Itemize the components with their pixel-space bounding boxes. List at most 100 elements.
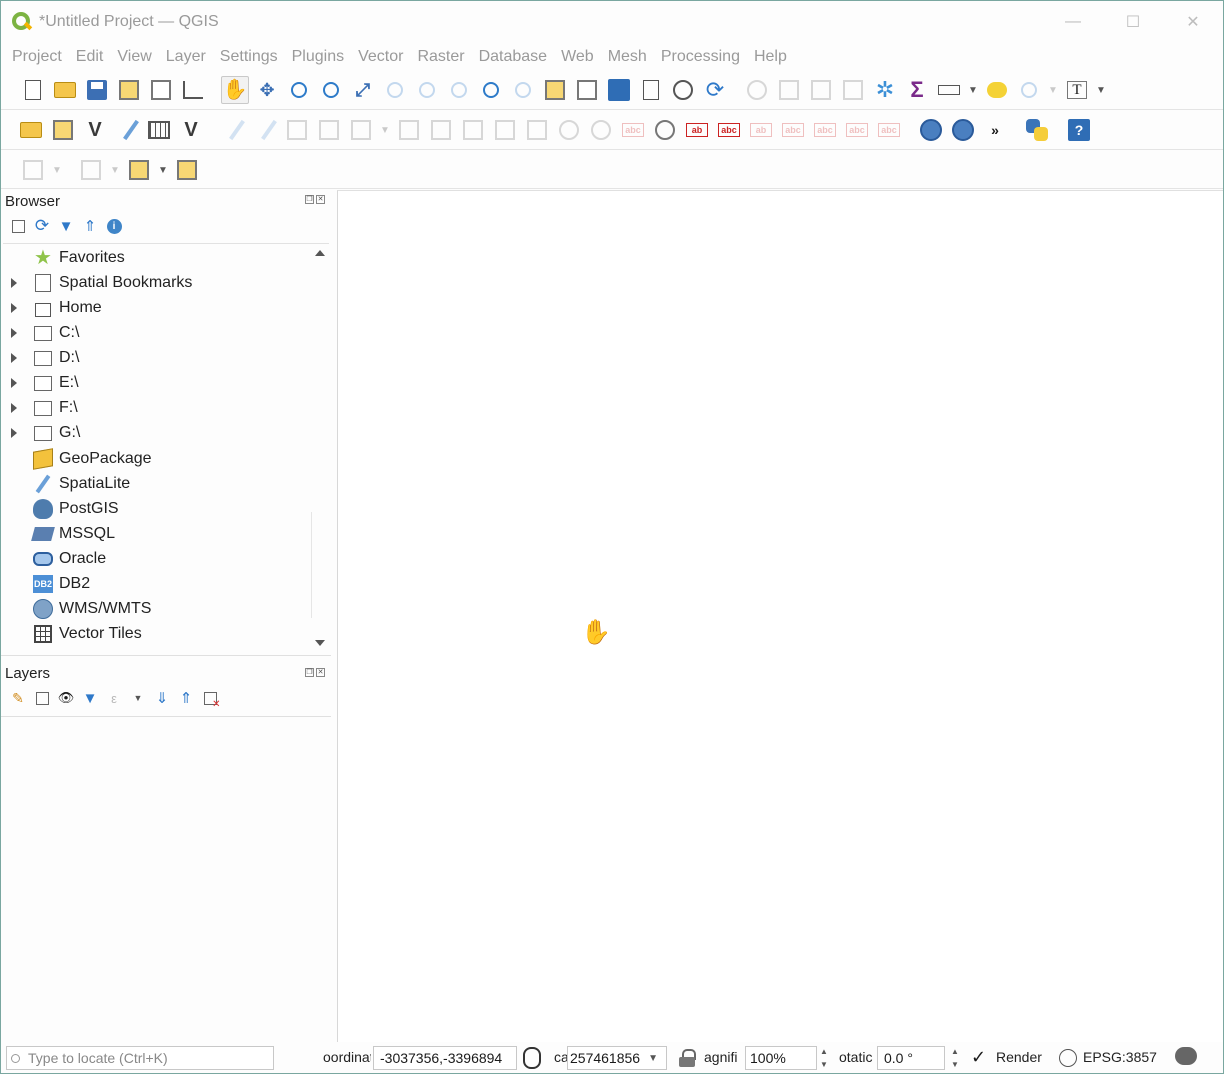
menu-layer[interactable]: Layer — [159, 45, 213, 69]
new-bookmark-icon[interactable] — [605, 76, 633, 104]
new-shapefile-layer-icon[interactable]: V — [81, 116, 109, 144]
render-checkbox[interactable]: ✓ — [971, 1047, 986, 1068]
undo-icon[interactable] — [555, 116, 583, 144]
tree-item-db2[interactable]: DB2 DB2 — [3, 572, 313, 596]
snapping-icon[interactable] — [77, 156, 105, 184]
tree-item-spatial-bookmarks[interactable]: Spatial Bookmarks — [3, 271, 313, 295]
digitize-shape-icon[interactable] — [19, 156, 47, 184]
expand-arrow-icon[interactable] — [11, 353, 17, 363]
tree-item-drive-d[interactable]: D:\ — [3, 346, 313, 370]
expand-all-icon[interactable]: ⇓ — [153, 689, 171, 707]
menu-plugins[interactable]: Plugins — [285, 45, 351, 69]
zoom-out-icon[interactable] — [317, 76, 345, 104]
select-by-value-icon[interactable] — [807, 76, 835, 104]
expand-arrow-icon[interactable] — [11, 378, 17, 388]
tree-item-favorites[interactable]: ★ Favorites — [3, 246, 313, 270]
tree-item-drive-e[interactable]: E:\ — [3, 371, 313, 395]
tree-item-spatialite[interactable]: SpatiaLite — [3, 472, 313, 496]
statistics-icon[interactable]: Σ — [903, 76, 931, 104]
layout-manager-icon[interactable] — [147, 76, 175, 104]
magnifier-stepper[interactable]: ▲ ▼ — [818, 1047, 830, 1069]
collapse-all-icon[interactable]: ⇑ — [81, 217, 99, 235]
wms-search-icon[interactable] — [949, 116, 977, 144]
scale-combobox[interactable]: 257461856 ▼ — [567, 1046, 667, 1070]
more-tools-chevron-icon[interactable]: » — [981, 116, 1009, 144]
coordinate-field[interactable]: -3037356,-3396894 — [373, 1046, 517, 1070]
layer-diagram-icon[interactable]: ab — [683, 116, 711, 144]
zoom-native-icon[interactable] — [445, 76, 473, 104]
rotation-stepper[interactable]: ▲ ▼ — [949, 1047, 961, 1069]
new-print-layout-icon[interactable] — [115, 76, 143, 104]
menu-web[interactable]: Web — [554, 45, 601, 69]
tree-item-wms[interactable]: WMS/WMTS — [3, 597, 313, 621]
zoom-to-selection-icon[interactable] — [381, 76, 409, 104]
measure-dropdown-chevron-icon[interactable]: ▼ — [967, 76, 979, 104]
show-bookmarks-icon[interactable] — [637, 76, 665, 104]
filter-icon[interactable]: ▼ — [57, 217, 75, 235]
pan-to-selection-icon[interactable]: ✥ — [253, 76, 281, 104]
menu-project[interactable]: Project — [5, 45, 69, 69]
tree-item-drive-c[interactable]: C:\ — [3, 321, 313, 345]
scale-dropdown-chevron-icon[interactable]: ▼ — [648, 1053, 658, 1064]
add-feature-icon[interactable] — [347, 116, 375, 144]
tree-item-vector-tiles[interactable]: Vector Tiles — [3, 622, 313, 646]
float-panel-icon[interactable]: ❐ — [305, 195, 314, 204]
tree-item-postgis[interactable]: PostGIS — [3, 497, 313, 521]
map-tips-icon[interactable] — [983, 76, 1011, 104]
crs-button[interactable]: EPSG:3857 — [1083, 1049, 1157, 1065]
toggle-extents-mouse-icon[interactable] — [523, 1047, 541, 1069]
digitize-shape-dropdown-chevron-icon[interactable]: ▼ — [51, 156, 63, 184]
float-panel-icon[interactable]: ❐ — [305, 668, 314, 677]
help-icon[interactable]: ? — [1065, 116, 1093, 144]
save-project-icon[interactable] — [83, 76, 111, 104]
new-map-view-icon[interactable] — [541, 76, 569, 104]
crs-globe-icon[interactable] — [1059, 1049, 1077, 1067]
digitize-icon[interactable] — [315, 116, 343, 144]
select-polygon-icon[interactable] — [125, 156, 153, 184]
select-polygon-dropdown-chevron-icon[interactable]: ▼ — [157, 156, 169, 184]
scroll-up-arrow-icon[interactable] — [315, 250, 325, 256]
highlight-pinned-icon[interactable]: ab — [747, 116, 775, 144]
filter-expression-icon[interactable]: ε — [105, 689, 123, 707]
deselect-icon[interactable] — [839, 76, 867, 104]
menu-processing[interactable]: Processing — [654, 45, 747, 69]
properties-info-icon[interactable]: i — [105, 217, 123, 235]
show-layout-icon[interactable] — [1015, 76, 1043, 104]
open-project-icon[interactable] — [51, 76, 79, 104]
change-label-icon[interactable]: abc — [875, 116, 903, 144]
paste-features-icon[interactable] — [523, 116, 551, 144]
scroll-down-arrow-icon[interactable] — [315, 640, 325, 646]
new-3d-map-icon[interactable] — [573, 76, 601, 104]
zoom-to-layer-icon[interactable] — [413, 76, 441, 104]
save-edits-icon[interactable] — [283, 116, 311, 144]
locator-search-input[interactable]: Type to locate (Ctrl+K) — [6, 1046, 274, 1070]
close-button[interactable]: ✕ — [1163, 1, 1223, 43]
select-features-icon[interactable] — [775, 76, 803, 104]
delete-selected-icon[interactable] — [427, 116, 455, 144]
identify-icon[interactable] — [743, 76, 771, 104]
manage-visibility-icon[interactable]: 👁 — [57, 689, 75, 707]
layers-tree[interactable] — [1, 717, 331, 1039]
pin-label-icon[interactable]: abc — [715, 116, 743, 144]
add-group-icon[interactable] — [33, 689, 51, 707]
text-annotation-icon[interactable]: T — [1063, 76, 1091, 104]
annotation-dropdown-chevron-icon[interactable]: ▼ — [1095, 76, 1107, 104]
close-panel-icon[interactable]: ✕ — [316, 195, 325, 204]
new-spatialite-layer-icon[interactable] — [113, 116, 141, 144]
style-layer-icon[interactable]: ✎ — [9, 689, 27, 707]
filter-legend-icon[interactable]: ▼ — [81, 689, 99, 707]
tree-item-drive-f[interactable]: F:\ — [3, 396, 313, 420]
zoom-full-icon[interactable]: ⤢ — [349, 76, 377, 104]
move-label-icon[interactable]: abc — [811, 116, 839, 144]
pan-map-icon[interactable]: ✋ — [221, 76, 249, 104]
remove-layer-icon[interactable]: ✕ — [201, 689, 221, 710]
new-geopackage-layer-icon[interactable] — [49, 116, 77, 144]
show-hide-labels-icon[interactable]: abc — [779, 116, 807, 144]
rotate-label-icon[interactable]: abc — [843, 116, 871, 144]
copy-features-icon[interactable] — [491, 116, 519, 144]
menu-settings[interactable]: Settings — [213, 45, 285, 69]
zoom-next-icon[interactable] — [509, 76, 537, 104]
toolbox-icon[interactable]: ✲ — [871, 76, 899, 104]
annotation-icon[interactable] — [173, 156, 201, 184]
browser-tree[interactable]: ★ Favorites Spatial Bookmarks Home C:\ D… — [3, 243, 329, 653]
